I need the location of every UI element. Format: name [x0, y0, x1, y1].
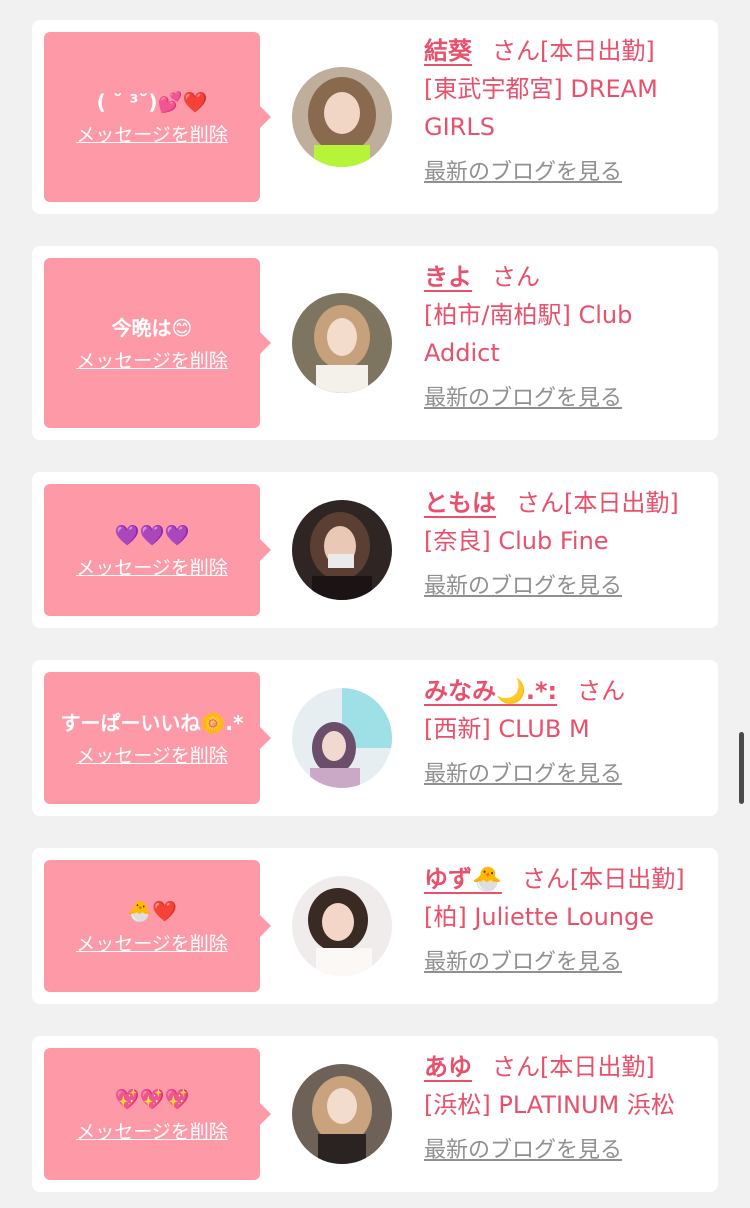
delete-message-link[interactable]: メッセージを削除	[76, 931, 228, 957]
shop-name: [柏] Juliette Lounge	[424, 903, 655, 931]
delete-message-link[interactable]: メッセージを削除	[76, 348, 228, 374]
cast-name-link[interactable]: みなみ🌙.*:	[424, 677, 557, 705]
message-text: すーぱーいいね🌼.*	[60, 711, 244, 735]
shop-name: [奈良] Club Fine	[424, 527, 609, 555]
message-bubble: ( ˘ ³˘)💕❤️ メッセージを削除	[44, 32, 271, 202]
honorific: さん	[492, 263, 540, 291]
message-text: 💖💖💖	[114, 1087, 190, 1111]
message-card: 今晩は😊 メッセージを削除 きよ さん [柏市/南柏駅] Club Addict …	[32, 246, 718, 440]
shop-name: [柏市/南柏駅] Club Addict	[424, 301, 633, 367]
message-text: 今晩は😊	[111, 316, 193, 340]
message-text: 💜💜💜	[114, 523, 190, 547]
message-bubble: 💖💖💖 メッセージを削除	[44, 1048, 271, 1180]
avatar[interactable]	[292, 67, 392, 167]
cast-info: きよ さん [柏市/南柏駅] Club Addict 最新のブログを見る	[424, 258, 710, 418]
attendance-status: [本日出勤]	[569, 865, 685, 893]
message-text: 🐣❤️	[127, 899, 177, 923]
avatar[interactable]	[292, 293, 392, 393]
cast-name-link[interactable]: あゆ	[424, 1053, 472, 1081]
delete-message-link[interactable]: メッセージを削除	[76, 743, 228, 769]
message-card: 💖💖💖 メッセージを削除 あゆ さん[本日出勤] [浜松] PLATINUM 浜松…	[32, 1036, 718, 1192]
latest-blog-link[interactable]: 最新のブログを見る	[424, 756, 710, 794]
honorific: さん	[492, 37, 540, 65]
cast-name-link[interactable]: 結葵	[424, 37, 472, 65]
cast-name-link[interactable]: ともは	[424, 489, 496, 517]
cast-name-link[interactable]: ゆず🐣	[424, 865, 502, 893]
cast-info: ともは さん[本日出勤] [奈良] Club Fine 最新のブログを見る	[424, 484, 710, 606]
attendance-status: [本日出勤]	[564, 489, 679, 517]
shop-name: [浜松] PLATINUM 浜松	[424, 1091, 675, 1119]
message-card: 💜💜💜 メッセージを削除 ともは さん[本日出勤] [奈良] Club Fine …	[32, 472, 718, 628]
message-card: 🐣❤️ メッセージを削除 ゆず🐣 さん[本日出勤] [柏] Juliette Lo…	[32, 848, 718, 1004]
attendance-status: [本日出勤]	[540, 1053, 655, 1081]
message-card: ( ˘ ³˘)💕❤️ メッセージを削除 結葵 さん[本日出勤] [東武宇都宮] D…	[32, 20, 718, 214]
message-bubble: すーぱーいいね🌼.* メッセージを削除	[44, 672, 271, 804]
cast-info: あゆ さん[本日出勤] [浜松] PLATINUM 浜松 最新のブログを見る	[424, 1048, 710, 1170]
avatar[interactable]	[292, 688, 392, 788]
delete-message-link[interactable]: メッセージを削除	[76, 1119, 228, 1145]
avatar[interactable]	[292, 500, 392, 600]
shop-name: [西新] CLUB M	[424, 715, 590, 743]
latest-blog-link[interactable]: 最新のブログを見る	[424, 154, 710, 192]
delete-message-link[interactable]: メッセージを削除	[76, 122, 228, 148]
cast-name-link[interactable]: きよ	[424, 263, 472, 291]
cast-info: ゆず🐣 さん[本日出勤] [柏] Juliette Lounge 最新のブログを見…	[424, 860, 710, 982]
scrollbar[interactable]	[739, 732, 744, 804]
latest-blog-link[interactable]: 最新のブログを見る	[424, 380, 710, 418]
honorific: さん	[516, 489, 564, 517]
latest-blog-link[interactable]: 最新のブログを見る	[424, 1132, 710, 1170]
message-card: すーぱーいいね🌼.* メッセージを削除 みなみ🌙.*: さん [西新] CLUB …	[32, 660, 718, 816]
latest-blog-link[interactable]: 最新のブログを見る	[424, 568, 710, 606]
message-text: ( ˘ ³˘)💕❤️	[96, 90, 208, 114]
honorific: さん	[521, 865, 570, 893]
honorific: さん	[492, 1053, 540, 1081]
attendance-status: [本日出勤]	[540, 37, 655, 65]
shop-name: [東武宇都宮] DREAM GIRLS	[424, 75, 658, 141]
honorific: さん	[577, 677, 626, 705]
latest-blog-link[interactable]: 最新のブログを見る	[424, 944, 710, 982]
cast-info: みなみ🌙.*: さん [西新] CLUB M 最新のブログを見る	[424, 672, 710, 794]
cast-info: 結葵 さん[本日出勤] [東武宇都宮] DREAM GIRLS 最新のブログを見る	[424, 32, 710, 192]
message-bubble: 💜💜💜 メッセージを削除	[44, 484, 271, 616]
avatar[interactable]	[292, 1064, 392, 1164]
delete-message-link[interactable]: メッセージを削除	[76, 555, 228, 581]
message-bubble: 🐣❤️ メッセージを削除	[44, 860, 271, 992]
avatar[interactable]	[292, 876, 392, 976]
message-bubble: 今晩は😊 メッセージを削除	[44, 258, 271, 428]
